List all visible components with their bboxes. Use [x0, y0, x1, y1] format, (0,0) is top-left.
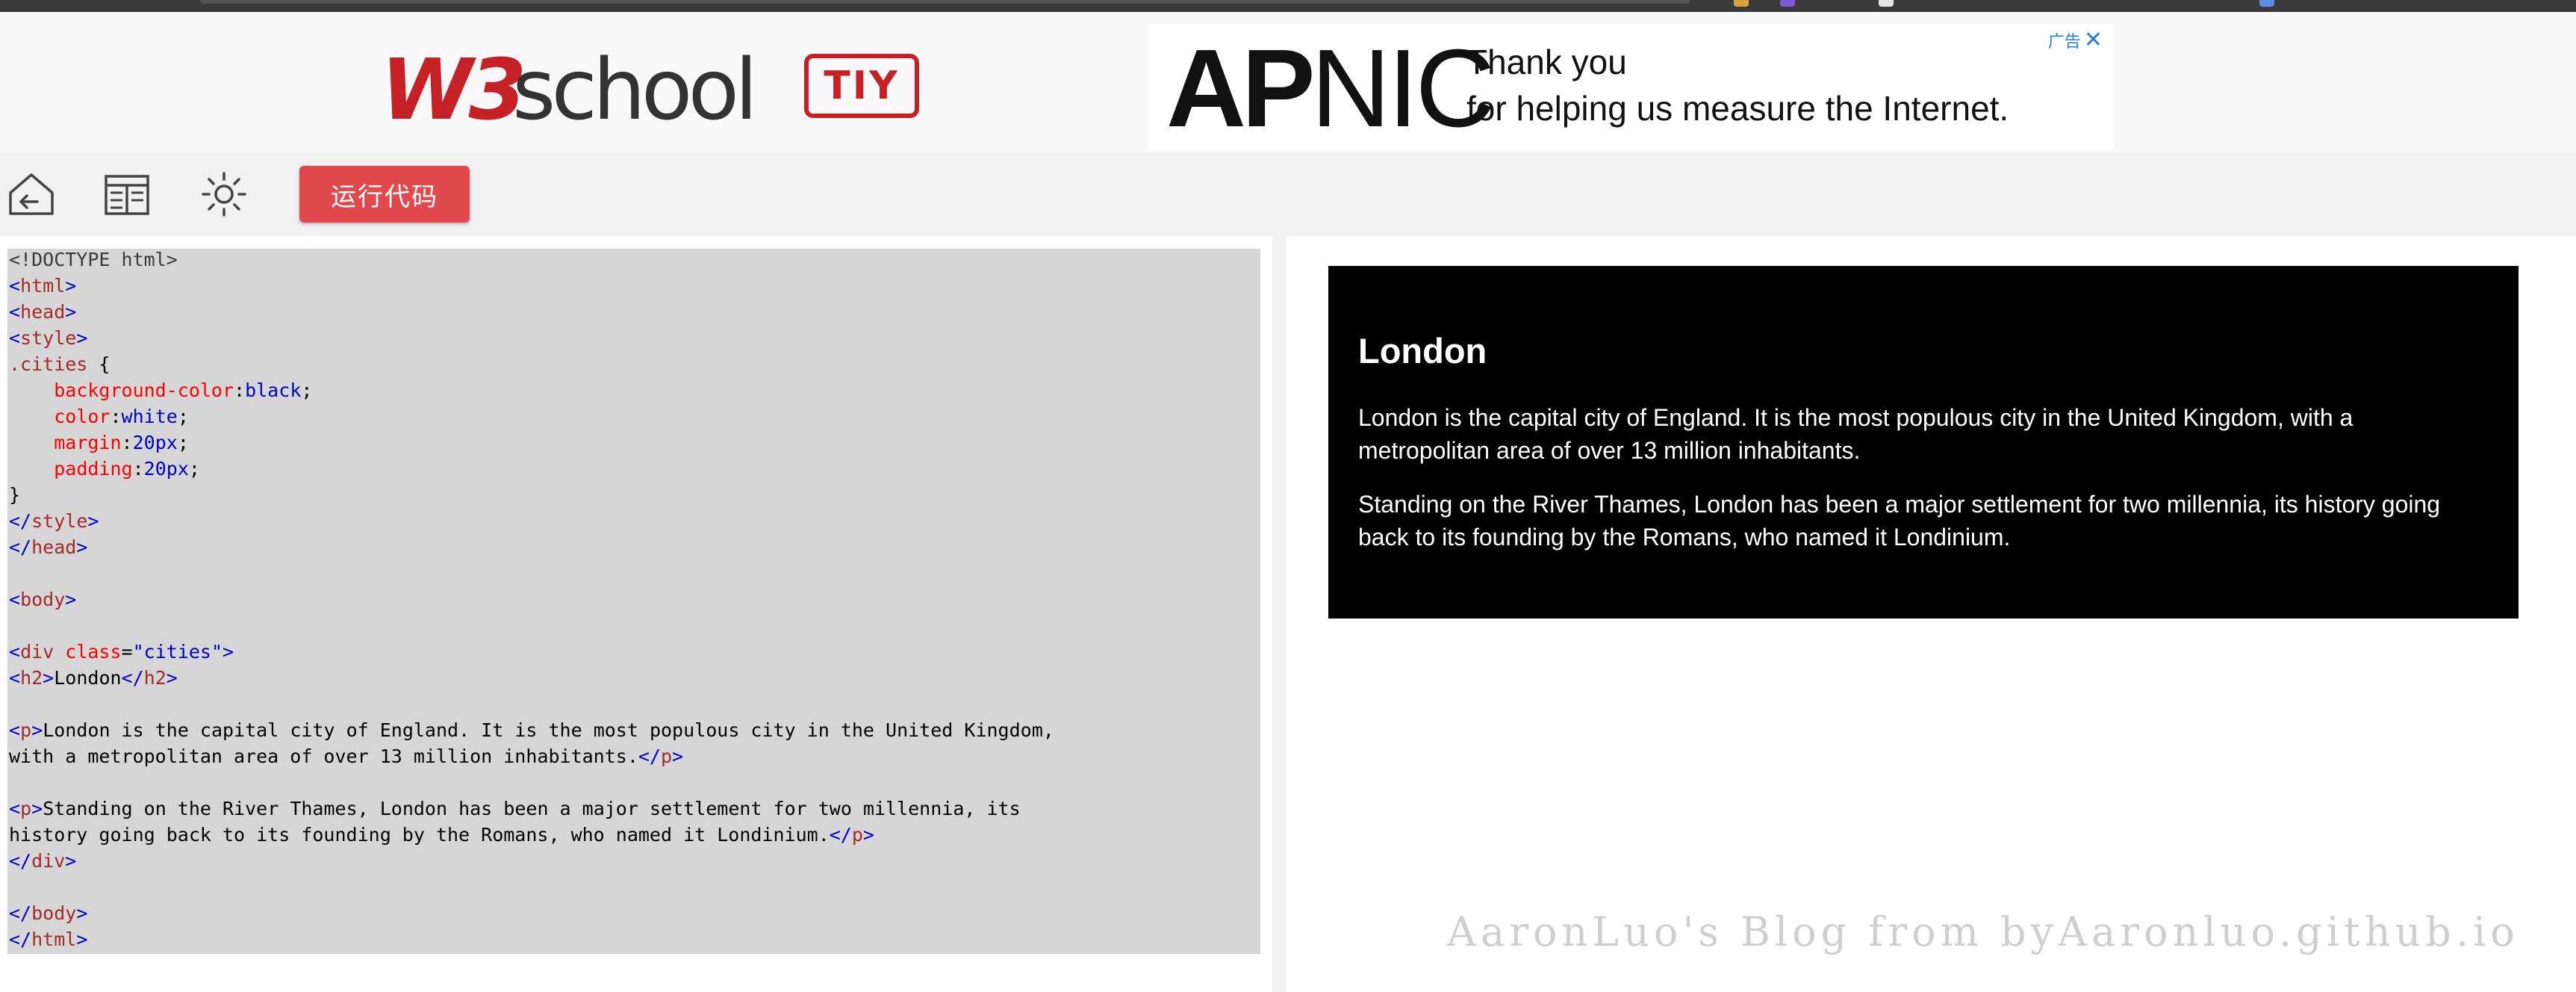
apnic-logo: APNIC [1166, 33, 1495, 145]
code-tag: h2 [143, 667, 167, 689]
code-bracket: < [9, 327, 21, 349]
cities-box: London London is the capital city of Eng… [1328, 266, 2519, 619]
code-tag: p [20, 798, 32, 819]
blog-watermark: AaronLuo's Blog from byAaronluo.github.i… [1447, 908, 2519, 955]
extension-icon[interactable] [1734, 0, 1749, 7]
browser-top-strip [0, 0, 2576, 12]
address-bar[interactable] [200, 0, 1690, 4]
code-tag: p [851, 824, 863, 846]
code-tag: style [31, 510, 88, 532]
code-bracket: </ [9, 850, 32, 872]
code-bracket: > [76, 929, 88, 950]
code-tag: html [31, 929, 77, 950]
logo-w3[interactable]: W3 [381, 34, 526, 146]
code-textarea[interactable]: <!DOCTYPE html> <html> <head> <style> .c… [9, 247, 1054, 952]
code-bracket: > [31, 719, 43, 741]
advertisement-banner[interactable]: APNIC Thank you for helping us measure t… [1148, 24, 2113, 149]
ad-choices[interactable]: 广告 ✕ [2048, 27, 2103, 53]
extension-icon[interactable] [2259, 0, 2274, 7]
result-preview-panel: London London is the capital city of Eng… [1286, 236, 2576, 992]
ad-label: 广告 [2047, 33, 2081, 52]
code-tag: div [31, 850, 66, 872]
code-bracket: </ [9, 510, 32, 532]
code-bracket: > [65, 850, 77, 872]
code-bracket: > [223, 641, 234, 663]
code-bracket: </ [9, 929, 32, 950]
code-property: margin [54, 432, 122, 453]
code-bracket: > [76, 327, 88, 349]
code-bracket: </ [121, 667, 144, 689]
code-bracket: </ [638, 745, 661, 767]
ad-text-line2: for helping us measure the Internet. [1466, 89, 2009, 128]
code-tag: body [20, 589, 66, 610]
code-tag: style [20, 327, 77, 349]
code-bracket: </ [9, 902, 32, 924]
site-header: W3 school TIY APNIC Thank you for helpin… [0, 12, 2576, 152]
code-tag: body [31, 902, 77, 924]
code-value: 20px [132, 432, 178, 453]
code-tag: html [20, 275, 66, 297]
code-tag: head [20, 301, 66, 323]
run-code-button[interactable]: 运行代码 [299, 166, 470, 223]
code-value: 20px [143, 458, 189, 480]
brightness-icon[interactable] [199, 169, 249, 220]
code-bracket: > [65, 589, 77, 610]
code-bracket: < [9, 798, 21, 819]
ad-text-line1: Thank you [1466, 43, 1627, 81]
preview-paragraph-2: Standing on the River Thames, London has… [1358, 491, 2441, 551]
code-line: <!DOCTYPE html> [9, 249, 178, 270]
tiy-badge: TIY [804, 54, 919, 118]
code-value: black [245, 379, 302, 401]
code-tag: h2 [20, 667, 43, 689]
code-bracket: < [9, 667, 21, 689]
close-icon[interactable]: ✕ [2084, 27, 2103, 53]
code-bracket: > [166, 667, 178, 689]
preview-paragraph-1: London is the capital city of England. I… [1358, 404, 2353, 464]
code-bracket: > [43, 667, 55, 689]
code-string: "cities" [132, 641, 223, 663]
editor-toolbar: 运行代码 [0, 152, 2576, 236]
code-bracket: > [862, 824, 874, 846]
code-attribute: class [65, 641, 122, 663]
code-bracket: < [9, 301, 21, 323]
code-bracket: > [31, 798, 43, 819]
code-tag: p [660, 745, 673, 767]
code-property: background-color [54, 379, 234, 401]
code-bracket: < [9, 641, 21, 663]
logo-school[interactable]: school [512, 34, 758, 146]
layout-icon[interactable] [102, 169, 152, 220]
code-tag: div [20, 641, 55, 663]
extension-icon[interactable] [1780, 0, 1795, 7]
code-tag: p [20, 719, 32, 741]
code-bracket: > [65, 301, 77, 323]
home-back-icon[interactable] [6, 169, 57, 220]
code-bracket: < [9, 275, 21, 297]
code-bracket: < [9, 719, 21, 741]
code-property: color [54, 406, 111, 427]
code-bracket: </ [9, 536, 32, 558]
code-bracket: > [672, 745, 684, 767]
code-selector: .cities [9, 353, 88, 375]
code-tag: head [31, 536, 77, 558]
preview-heading: London [1358, 331, 1487, 371]
code-bracket: > [65, 275, 77, 297]
code-bracket: </ [829, 824, 852, 846]
extension-icon[interactable] [1879, 0, 1894, 7]
code-bracket: > [87, 510, 99, 532]
apnic-logo-nic: NIC [1310, 27, 1496, 150]
code-bracket: < [9, 589, 21, 610]
code-bracket: > [76, 536, 88, 558]
code-property: padding [54, 458, 133, 480]
code-value: white [121, 406, 178, 427]
apnic-logo-ap: AP [1166, 27, 1316, 150]
panel-divider[interactable] [1272, 236, 1286, 992]
code-bracket: > [76, 902, 88, 924]
